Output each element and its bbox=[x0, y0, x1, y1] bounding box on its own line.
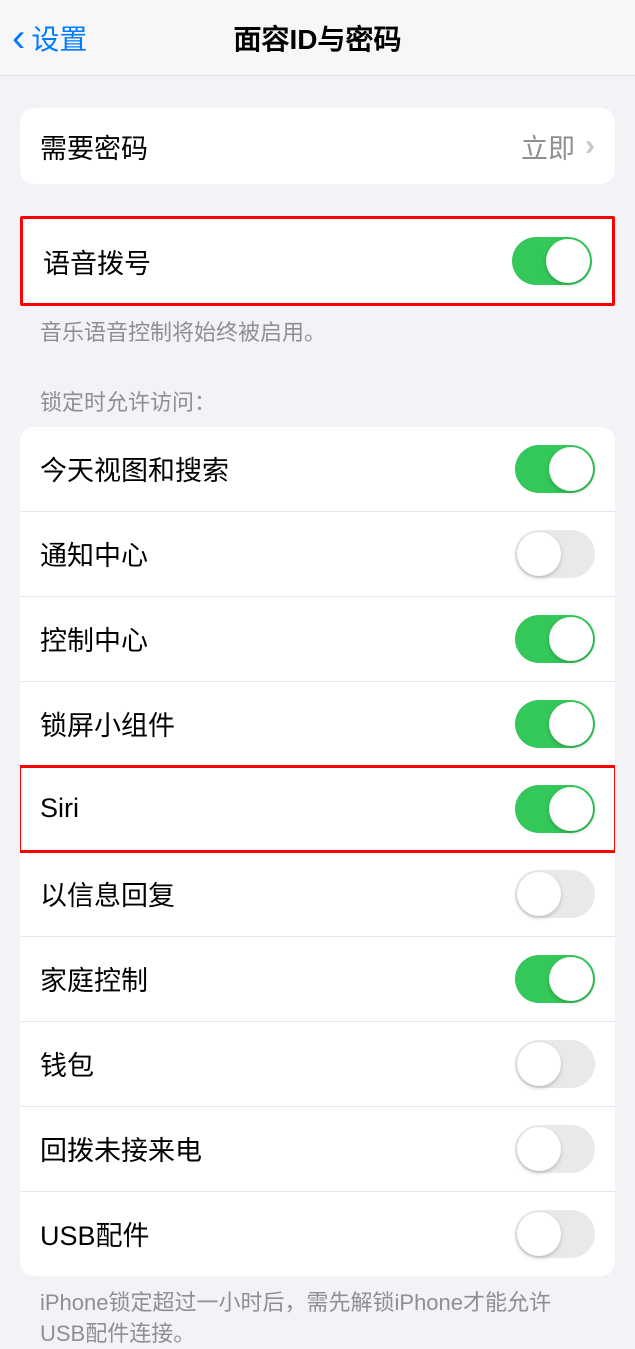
toggle-knob bbox=[517, 1212, 561, 1256]
notification-center-toggle[interactable] bbox=[515, 530, 595, 578]
wallet-row: 钱包 bbox=[20, 1021, 615, 1106]
notification-center-row: 通知中心 bbox=[20, 511, 615, 596]
row-label: 锁屏小组件 bbox=[40, 704, 175, 743]
chevron-left-icon: ‹ bbox=[12, 18, 25, 58]
usb-accessories-row: USB配件 bbox=[20, 1191, 615, 1276]
reply-with-message-toggle[interactable] bbox=[515, 870, 595, 918]
toggle-knob bbox=[549, 702, 593, 746]
home-control-row: 家庭控制 bbox=[20, 936, 615, 1021]
toggle-knob bbox=[517, 1042, 561, 1086]
siri-toggle[interactable] bbox=[515, 785, 595, 833]
home-control-toggle[interactable] bbox=[515, 955, 595, 1003]
lock-access-group: 今天视图和搜索 通知中心 控制中心 锁屏小组件 Siri 以信息回复 家庭控制 bbox=[20, 427, 615, 1276]
row-label: Siri bbox=[40, 793, 79, 824]
row-label: 回拨未接来电 bbox=[40, 1129, 202, 1168]
navigation-bar: ‹ 设置 面容ID与密码 bbox=[0, 0, 635, 76]
voice-dial-label: 语音拨号 bbox=[43, 242, 151, 281]
row-label: 家庭控制 bbox=[40, 959, 148, 998]
toggle-knob bbox=[546, 239, 590, 283]
voice-dial-group: 语音拨号 bbox=[20, 216, 615, 306]
lock-access-header: 锁定时允许访问： bbox=[20, 385, 615, 417]
chevron-right-icon: › bbox=[585, 129, 595, 163]
voice-dial-toggle[interactable] bbox=[512, 237, 592, 285]
reply-with-message-row: 以信息回复 bbox=[20, 851, 615, 936]
toggle-knob bbox=[549, 957, 593, 1001]
voice-dial-footer: 音乐语音控制将始终被启用。 bbox=[20, 306, 615, 349]
toggle-knob bbox=[549, 617, 593, 661]
toggle-knob bbox=[549, 787, 593, 831]
toggle-knob bbox=[549, 447, 593, 491]
row-label: 通知中心 bbox=[40, 534, 148, 573]
toggle-knob bbox=[517, 1127, 561, 1171]
lock-access-footer: iPhone锁定超过一小时后，需先解锁iPhone才能允许USB配件连接。 bbox=[20, 1276, 615, 1349]
control-center-toggle[interactable] bbox=[515, 615, 595, 663]
row-label: 钱包 bbox=[40, 1044, 94, 1083]
lock-screen-widgets-row: 锁屏小组件 bbox=[20, 681, 615, 766]
row-label: 控制中心 bbox=[40, 619, 148, 658]
toggle-knob bbox=[517, 532, 561, 576]
usb-accessories-toggle[interactable] bbox=[515, 1210, 595, 1258]
row-label: USB配件 bbox=[40, 1214, 150, 1253]
require-passcode-row[interactable]: 需要密码 立即 › bbox=[20, 108, 615, 184]
lock-screen-widgets-toggle[interactable] bbox=[515, 700, 595, 748]
require-passcode-label: 需要密码 bbox=[40, 127, 148, 166]
row-label: 今天视图和搜索 bbox=[40, 449, 229, 488]
require-passcode-group: 需要密码 立即 › bbox=[20, 108, 615, 184]
return-missed-calls-toggle[interactable] bbox=[515, 1125, 595, 1173]
require-passcode-value: 立即 bbox=[521, 127, 575, 166]
control-center-row: 控制中心 bbox=[20, 596, 615, 681]
return-missed-calls-row: 回拨未接来电 bbox=[20, 1106, 615, 1191]
page-title: 面容ID与密码 bbox=[0, 18, 635, 58]
back-button[interactable]: ‹ 设置 bbox=[0, 18, 87, 58]
row-label: 以信息回复 bbox=[40, 874, 175, 913]
today-view-toggle[interactable] bbox=[515, 445, 595, 493]
wallet-toggle[interactable] bbox=[515, 1040, 595, 1088]
voice-dial-row: 语音拨号 bbox=[23, 219, 612, 303]
today-view-row: 今天视图和搜索 bbox=[20, 427, 615, 511]
back-label: 设置 bbox=[31, 18, 87, 58]
toggle-knob bbox=[517, 872, 561, 916]
siri-row: Siri bbox=[20, 766, 615, 851]
